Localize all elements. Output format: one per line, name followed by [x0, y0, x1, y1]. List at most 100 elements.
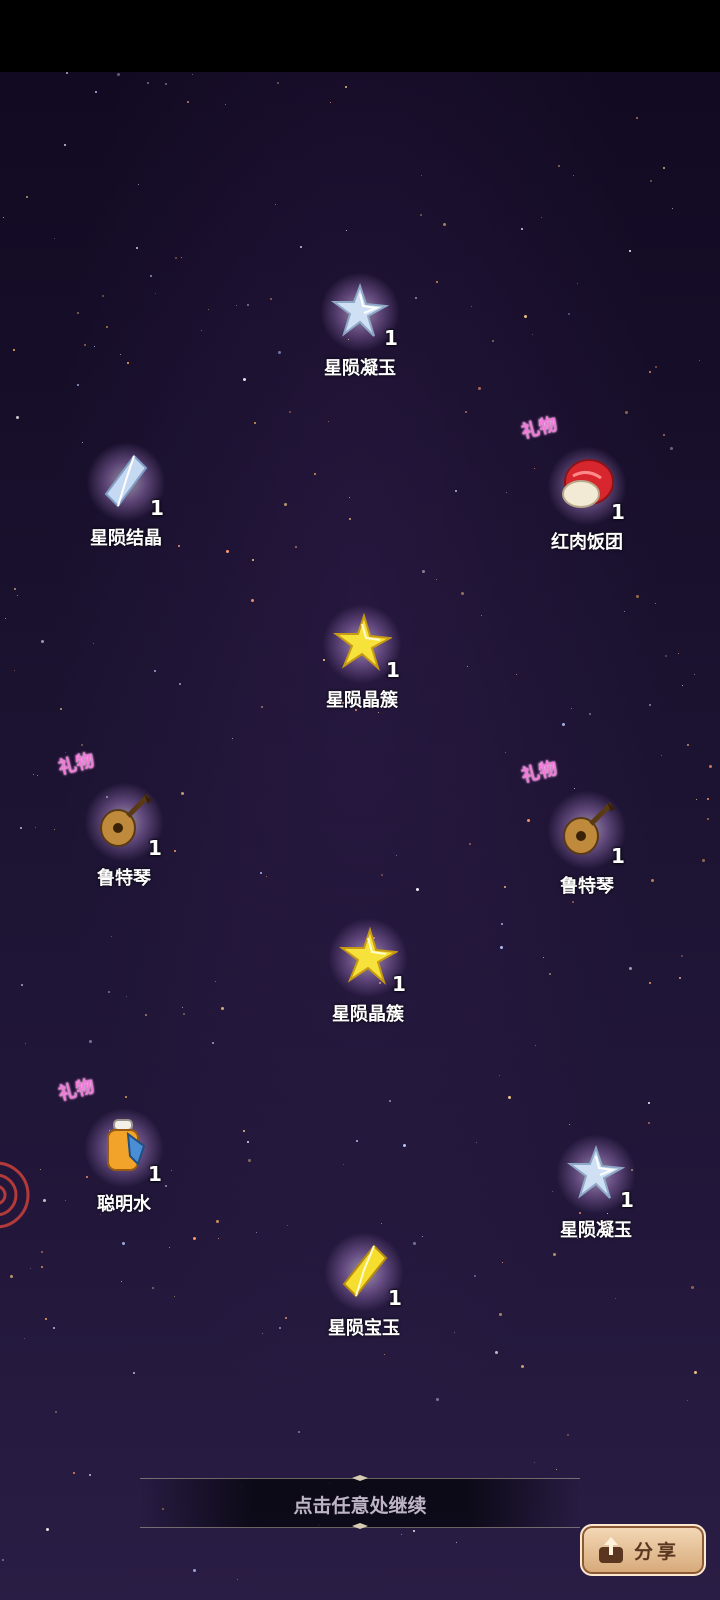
star-particle: [471, 306, 472, 307]
reward-item-star-jade[interactable]: 1 星陨凝玉: [536, 1124, 656, 1254]
star-particle: [300, 246, 302, 248]
star-particle: [284, 503, 287, 506]
gold-star-crystal-icon: [339, 926, 398, 986]
star-particle: [678, 653, 679, 654]
star-particle: [615, 1298, 616, 1299]
star-particle: [20, 827, 22, 829]
star-particle: [10, 1275, 13, 1278]
star-particle: [179, 683, 181, 685]
star-particle: [629, 967, 632, 970]
item-name: 鲁特琴: [560, 876, 614, 897]
item-count: 1: [386, 658, 400, 682]
star-particle: [499, 1313, 502, 1316]
star-particle: [262, 1333, 263, 1334]
star-particle: [416, 888, 419, 891]
star-particle: [212, 1042, 214, 1044]
star-particle: [521, 228, 523, 230]
reward-item-rice-ball[interactable]: 礼物 1 红肉饭团: [519, 414, 647, 566]
star-particle: [535, 1045, 536, 1046]
reward-item-star-cluster[interactable]: 1 星陨晶簇: [302, 594, 422, 724]
star-particle: [247, 1141, 249, 1143]
star-particle: [478, 387, 481, 390]
star-particle: [521, 1365, 524, 1368]
star-particle: [469, 843, 471, 845]
star-particle: [94, 346, 95, 347]
reward-item-lute[interactable]: 礼物 1 鲁特琴: [519, 758, 647, 910]
star-particle: [556, 1469, 557, 1470]
star-particle: [413, 1530, 415, 1532]
reward-item-smart-water[interactable]: 礼物 1 聪明水: [56, 1076, 184, 1228]
star-particle: [287, 1225, 288, 1226]
star-particle: [150, 275, 152, 277]
star-particle: [136, 247, 138, 249]
star-particle: [54, 238, 55, 239]
star-particle: [193, 1569, 196, 1572]
star-particle: [193, 1237, 196, 1240]
star-particle: [102, 295, 104, 297]
item-name: 星陨凝玉: [560, 1220, 632, 1241]
star-particle: [589, 713, 591, 715]
star-particle: [502, 1262, 503, 1263]
continue-hint-bar[interactable]: 点击任意处继续: [140, 1475, 580, 1529]
star-particle: [356, 1140, 358, 1142]
item-name: 聪明水: [97, 1194, 151, 1215]
star-particle: [670, 447, 673, 450]
star-particle: [661, 755, 662, 756]
star-particle: [699, 360, 700, 361]
star-particle: [500, 946, 503, 949]
star-particle: [285, 1317, 287, 1319]
star-particle: [571, 708, 572, 709]
share-button[interactable]: 分享: [580, 1524, 706, 1576]
star-particle: [492, 340, 494, 342]
star-particle: [93, 643, 94, 644]
star-particle: [66, 72, 68, 74]
star-particle: [127, 362, 129, 364]
reward-item-star-jade[interactable]: 1 星陨凝玉: [300, 262, 420, 392]
star-particle: [505, 752, 506, 753]
reward-item-star-cluster[interactable]: 1 星陨晶簇: [308, 908, 428, 1038]
share-label: 分享: [634, 1541, 681, 1563]
star-particle: [682, 685, 683, 686]
star-particle: [108, 991, 110, 993]
star-particle: [696, 799, 697, 800]
item-count: 1: [388, 1286, 402, 1310]
star-particle: [456, 1542, 457, 1543]
star-particle: [55, 1411, 57, 1413]
star-particle: [17, 595, 18, 596]
star-particle: [568, 313, 570, 315]
spiral-icon[interactable]: [0, 1150, 32, 1240]
star-particle: [421, 175, 422, 176]
star-particle: [573, 175, 574, 176]
star-particle: [120, 354, 121, 355]
item-count: 1: [150, 496, 164, 520]
star-particle: [345, 86, 347, 88]
star-particle: [504, 886, 506, 888]
star-particle: [89, 1040, 92, 1043]
star-particle: [152, 1287, 154, 1289]
star-particle: [532, 334, 533, 335]
reward-item-star-crystal[interactable]: 1 星陨结晶: [66, 432, 186, 562]
reward-item-lute[interactable]: 礼物 1 鲁特琴: [56, 750, 184, 902]
star-particle: [707, 798, 709, 800]
item-count: 1: [620, 1188, 634, 1212]
star-particle: [261, 706, 263, 708]
star-particle: [279, 1327, 281, 1329]
star-particle: [216, 1220, 219, 1223]
star-particle: [53, 1327, 55, 1329]
star-particle: [218, 1238, 219, 1239]
star-particle: [275, 204, 276, 205]
star-particle: [14, 588, 16, 590]
star-particle: [117, 73, 120, 76]
star-particle: [60, 708, 62, 710]
star-particle: [691, 1286, 694, 1289]
star-particle: [54, 829, 55, 830]
star-particle: [436, 579, 437, 580]
star-particle: [133, 1372, 135, 1374]
item-name: 星陨晶簇: [332, 1004, 404, 1025]
reward-item-star-gem[interactable]: 1 星陨宝玉: [304, 1222, 424, 1352]
star-particle: [577, 283, 578, 284]
star-particle: [649, 982, 651, 984]
star-particle: [2, 1559, 4, 1561]
star-particle: [247, 304, 249, 306]
star-particle: [403, 1144, 406, 1147]
